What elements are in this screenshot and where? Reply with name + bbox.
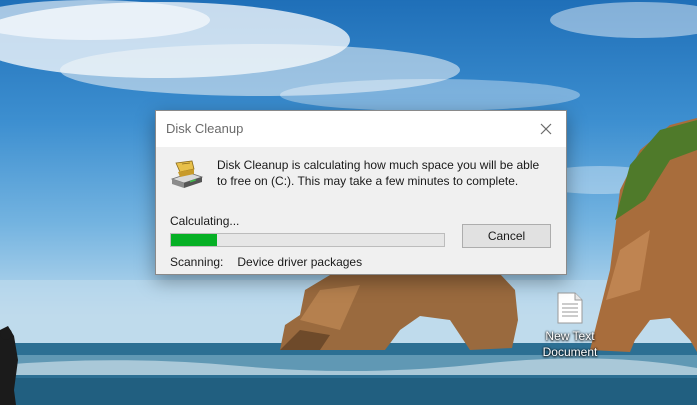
text-file-icon	[557, 292, 583, 324]
status-label: Calculating...	[170, 214, 240, 228]
close-button[interactable]	[526, 111, 566, 147]
desktop-icon-label: New Text Document	[542, 329, 598, 359]
scanning-label: Scanning:	[170, 255, 224, 269]
cancel-button[interactable]: Cancel	[462, 224, 551, 248]
progress-bar-fill	[171, 234, 218, 246]
progress-bar	[170, 233, 445, 247]
disk-cleanup-dialog: Disk Cleanup Disk Cleanup is calculating…	[155, 110, 567, 275]
scanning-status: Scanning: Device driver packages	[170, 255, 362, 269]
disk-cleanup-icon	[170, 159, 204, 189]
desktop-icon-new-text-document[interactable]: New Text Document	[532, 292, 608, 360]
scanning-value: Device driver packages	[237, 255, 363, 269]
close-icon	[540, 123, 552, 135]
dialog-title: Disk Cleanup	[166, 121, 244, 136]
dialog-message: Disk Cleanup is calculating how much spa…	[217, 158, 540, 188]
dialog-content: Disk Cleanup is calculating how much spa…	[156, 147, 566, 273]
dialog-titlebar[interactable]: Disk Cleanup	[156, 111, 566, 147]
